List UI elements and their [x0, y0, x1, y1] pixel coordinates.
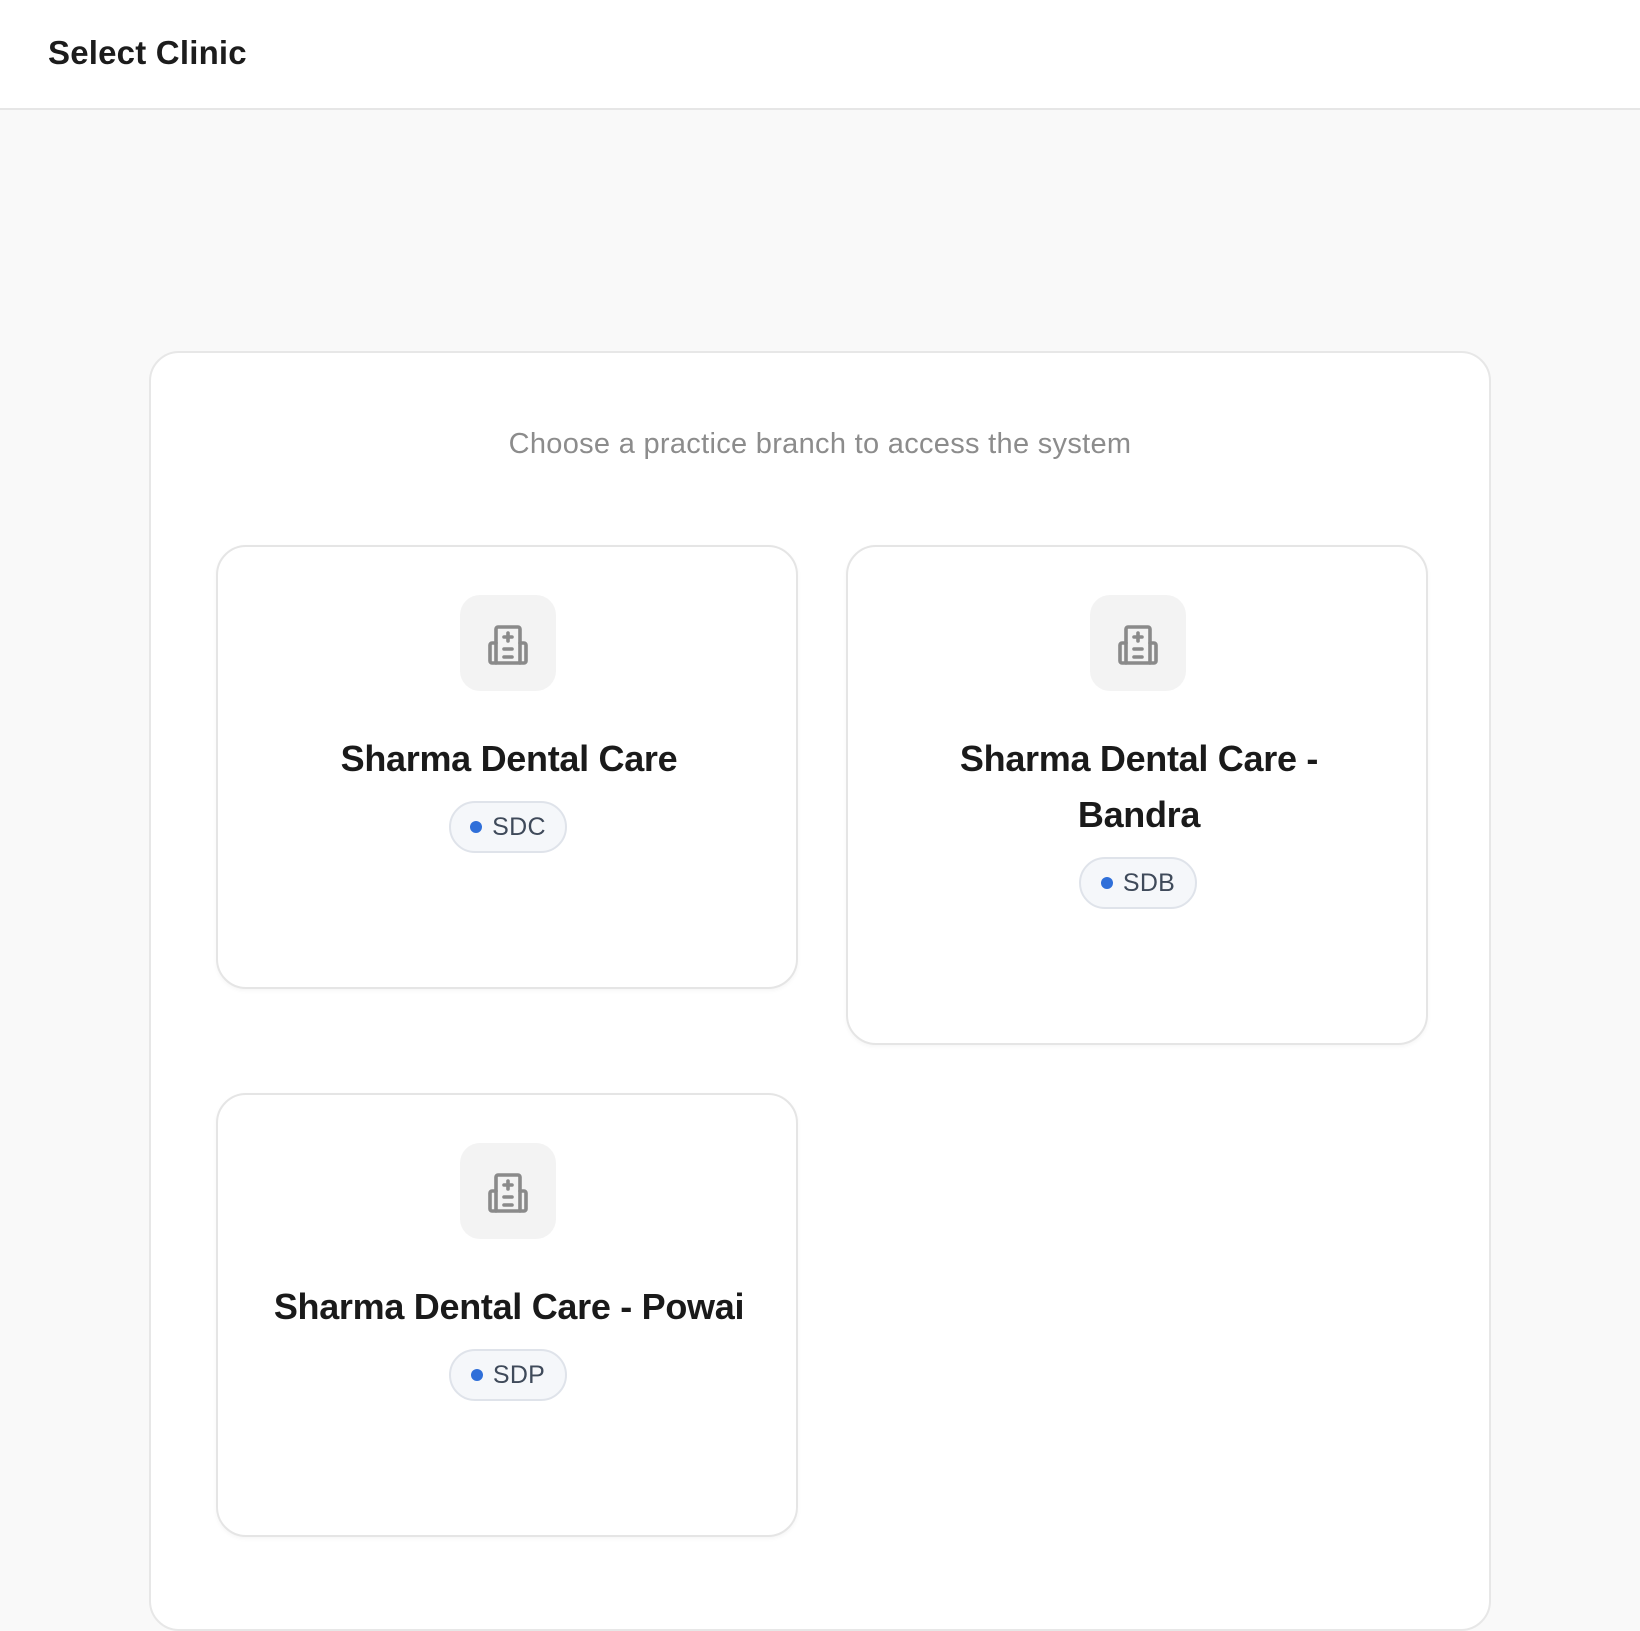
- clinic-code: SDP: [492, 1360, 546, 1389]
- clinic-code: SDB: [1122, 868, 1176, 897]
- top-header: Select Clinic: [0, 0, 1640, 110]
- clinic-card-sdb[interactable]: Sharma Dental Care - Bandra SDB: [846, 545, 1428, 1045]
- hospital-building-icon: [460, 1143, 556, 1239]
- clinic-code-badge: SDC: [449, 801, 567, 853]
- clinic-code-badge: SDP: [449, 1349, 567, 1401]
- clinic-name: Sharma Dental Care - Bandra: [959, 738, 1319, 835]
- hospital-building-icon: [460, 595, 556, 691]
- clinic-name: Sharma Dental Care: [340, 738, 678, 779]
- clinic-name: Sharma Dental Care - Powai: [273, 1286, 745, 1327]
- panel-subtitle: Choose a practice branch to access the s…: [508, 428, 1132, 460]
- page-title: Select Clinic: [48, 34, 247, 71]
- status-dot: [470, 821, 483, 833]
- clinic-code: SDC: [492, 812, 546, 841]
- clinic-selection-panel: Choose a practice branch to access the s…: [149, 351, 1491, 1631]
- clinic-code-badge: SDB: [1079, 857, 1197, 909]
- clinic-card-sdc[interactable]: Sharma Dental Care SDC: [216, 545, 798, 989]
- status-dot: [1100, 877, 1113, 889]
- clinic-card-sdp[interactable]: Sharma Dental Care - Powai SDP: [216, 1093, 798, 1537]
- status-dot: [470, 1369, 483, 1381]
- hospital-building-icon: [1090, 595, 1186, 691]
